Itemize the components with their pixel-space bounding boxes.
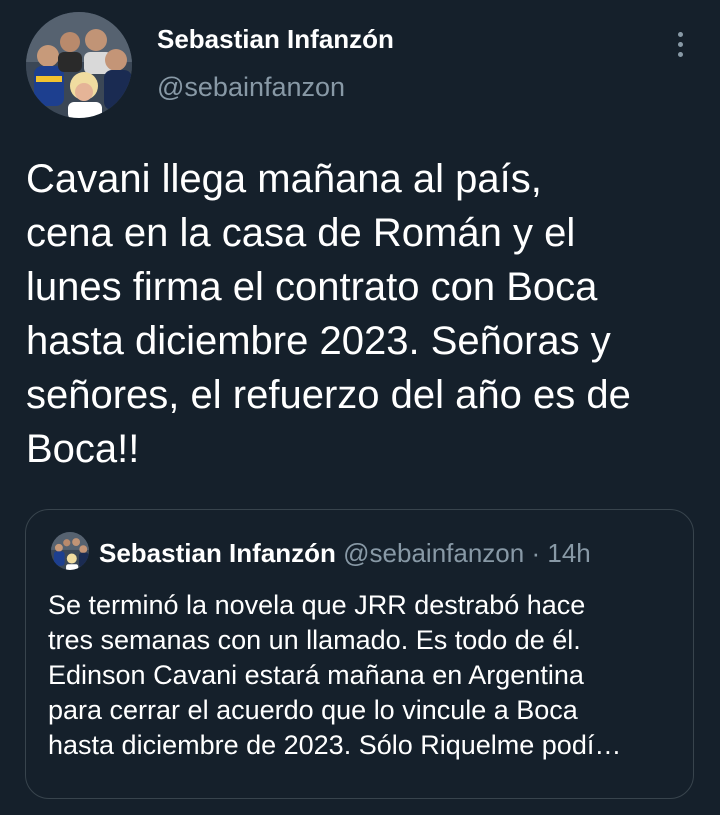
quoted-author-avatar — [51, 532, 89, 570]
author-handle[interactable]: @sebainfanzon — [157, 72, 345, 103]
more-options-button[interactable] — [660, 24, 700, 64]
tweet: Sebastian Infanzón @sebainfanzon Cavani … — [0, 0, 720, 815]
more-vertical-icon — [677, 31, 683, 57]
quoted-tweet[interactable]: Sebastian Infanzón @sebainfanzon · 14h S… — [25, 509, 694, 799]
quoted-separator: · — [531, 538, 541, 568]
quoted-author-handle: @sebainfanzon — [343, 538, 525, 568]
quoted-tweet-header: Sebastian Infanzón @sebainfanzon · 14h — [99, 538, 591, 568]
author-name[interactable]: Sebastian Infanzón — [157, 24, 394, 55]
quoted-author-name: Sebastian Infanzón — [99, 538, 336, 568]
tweet-text: Cavani llega mañana al país, cena en la … — [26, 157, 631, 471]
quoted-tweet-text: Se terminó la novela que JRR destrabó ha… — [48, 590, 622, 760]
quoted-timestamp: 14h — [547, 538, 591, 568]
author-avatar[interactable] — [26, 12, 132, 118]
